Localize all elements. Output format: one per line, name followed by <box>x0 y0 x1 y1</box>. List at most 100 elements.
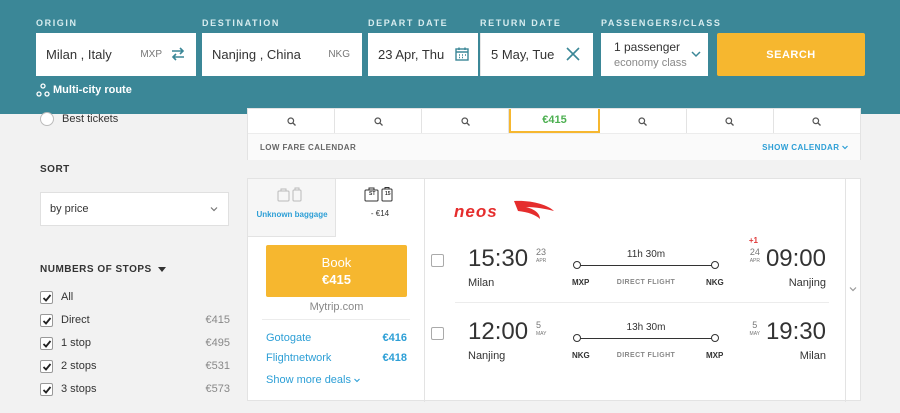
stop-price: €531 <box>205 360 230 372</box>
close-icon[interactable] <box>565 46 581 62</box>
stop-label: All <box>61 291 74 303</box>
best-tickets-option[interactable]: Best tickets <box>40 112 118 126</box>
calendar-day-cell[interactable] <box>600 109 687 133</box>
checkbox[interactable] <box>40 382 53 396</box>
route-line <box>577 265 715 266</box>
passengers-field[interactable]: 1 passenger economy class <box>601 33 708 76</box>
deal-price: €416 <box>382 332 407 344</box>
check-icon <box>42 293 52 302</box>
multicity-label: Multi-city route <box>53 84 132 96</box>
caret-down-icon <box>157 266 166 272</box>
best-tickets-label: Best tickets <box>62 113 119 125</box>
deal-name: Gotogate <box>266 332 312 344</box>
checkbox[interactable] <box>40 359 53 373</box>
swap-icon[interactable] <box>170 46 186 62</box>
calendar-icon[interactable] <box>454 46 470 62</box>
stop-option-1-stop[interactable]: 1 stop €495 <box>40 335 230 351</box>
stop-price: €495 <box>205 337 230 349</box>
search-icon <box>461 116 470 126</box>
book-price: €415 <box>322 272 351 287</box>
origin-code: MXP <box>140 49 162 60</box>
show-more-deals-link[interactable]: Show more deals <box>266 374 360 386</box>
chevron-down-icon <box>842 145 848 150</box>
return-label: RETURN DATE <box>480 18 562 28</box>
departure-city: Milan <box>468 277 495 289</box>
calendar-day-selected[interactable]: €415 <box>509 109 600 133</box>
stop-price: €415 <box>205 314 230 326</box>
return-date-field[interactable]: 5 May, Tue <box>480 33 593 76</box>
divider <box>845 179 846 402</box>
route-line <box>577 338 715 339</box>
flight-leg-outbound[interactable]: 15:30 23 APR Milan 11h 30m MXP DIRECT FLI… <box>430 236 842 295</box>
baggage-option-unknown[interactable]: Unknown baggage <box>248 179 336 237</box>
arrival-date: 5 MAY <box>750 321 760 339</box>
arrival-day: 24 <box>749 247 760 257</box>
divider <box>455 302 829 303</box>
baggage-tag: 15 <box>385 191 391 197</box>
departure-date: 23 APR <box>536 248 546 266</box>
flight-duration: 11h 30m <box>626 249 666 260</box>
stop-label: Direct <box>61 314 90 326</box>
deal-option[interactable]: Flightnetwork €418 <box>266 352 407 364</box>
arrival-month: APR <box>749 258 760 264</box>
sort-select[interactable]: by price <box>40 192 229 226</box>
stop-option-all[interactable]: All <box>40 289 230 305</box>
stop-option-2-stops[interactable]: 2 stops €531 <box>40 358 230 374</box>
chevron-down-icon[interactable] <box>848 284 858 294</box>
class-value: economy class <box>614 57 687 69</box>
stop-option-3-stops[interactable]: 3 stops €573 <box>40 381 230 397</box>
multicity-link[interactable]: Multi-city route <box>36 83 132 97</box>
seller-name: Mytrip.com <box>309 301 364 313</box>
chevron-down-icon <box>354 378 360 383</box>
stop-label: 2 stops <box>61 360 97 372</box>
search-button[interactable]: SEARCH <box>717 33 865 76</box>
search-icon <box>725 116 735 126</box>
show-calendar-link[interactable]: SHOW CALENDAR <box>762 143 848 152</box>
calendar-day-cell[interactable] <box>687 109 774 133</box>
baggage-option-alt[interactable]: ST 15 - €14 <box>336 179 424 237</box>
route-dot <box>711 334 719 342</box>
arrival-day: 5 <box>752 320 758 330</box>
stop-price: €573 <box>205 383 230 395</box>
depart-date-field[interactable]: 23 Apr, Thu <box>368 33 478 76</box>
deal-price: €418 <box>382 352 407 364</box>
stops-title[interactable]: NUMBERS OF STOPS <box>40 264 166 275</box>
destination-code: NKG <box>328 49 350 60</box>
checkbox[interactable] <box>40 313 53 327</box>
sort-title: SORT <box>40 164 70 175</box>
airline-logo: neos <box>452 197 556 227</box>
origin-label: ORIGIN <box>36 18 78 28</box>
origin-value: Milan , Italy <box>46 47 112 62</box>
flight-type: DIRECT FLIGHT <box>616 279 676 286</box>
checkbox[interactable] <box>40 336 53 350</box>
deal-name: Flightnetwork <box>266 352 332 364</box>
destination-value: Nanjing , China <box>212 47 301 62</box>
flight-leg-return[interactable]: 12:00 5 MAY Nanjing 13h 30m NKG DIRECT FL… <box>430 318 842 368</box>
origin-field[interactable]: Milan , Italy MXP <box>36 33 196 76</box>
departure-month: APR <box>536 258 547 264</box>
sort-value: by price <box>50 203 89 215</box>
stop-option-direct[interactable]: Direct €415 <box>40 312 230 328</box>
deal-option[interactable]: Gotogate €416 <box>266 332 407 344</box>
radio-button[interactable] <box>40 112 54 126</box>
leg-checkbox[interactable] <box>431 327 444 340</box>
calendar-day-cell[interactable] <box>422 109 510 133</box>
calendar-day-cell[interactable] <box>248 109 336 133</box>
passengers-value: 1 passenger <box>614 40 681 54</box>
book-button[interactable]: Book €415 <box>266 245 407 297</box>
plus-day-badge: +1 <box>748 236 758 245</box>
book-label: Book <box>321 255 352 270</box>
leg-checkbox[interactable] <box>431 254 444 267</box>
arrival-time: 19:30 <box>765 318 826 345</box>
divider <box>424 179 425 402</box>
chevron-down-icon <box>691 51 701 58</box>
flight-result-card: Unknown baggage ST 15 - €14 Book €415 My… <box>247 178 861 402</box>
departure-city: Nanjing <box>468 350 506 362</box>
calendar-day-cell[interactable] <box>335 109 423 133</box>
multicity-icon <box>36 83 50 97</box>
flight-type: DIRECT FLIGHT <box>616 352 676 359</box>
destination-field[interactable]: Nanjing , China NKG <box>202 33 362 76</box>
checkbox[interactable] <box>40 290 53 304</box>
calendar-day-cell[interactable] <box>774 109 860 133</box>
baggage-icon <box>277 187 302 202</box>
